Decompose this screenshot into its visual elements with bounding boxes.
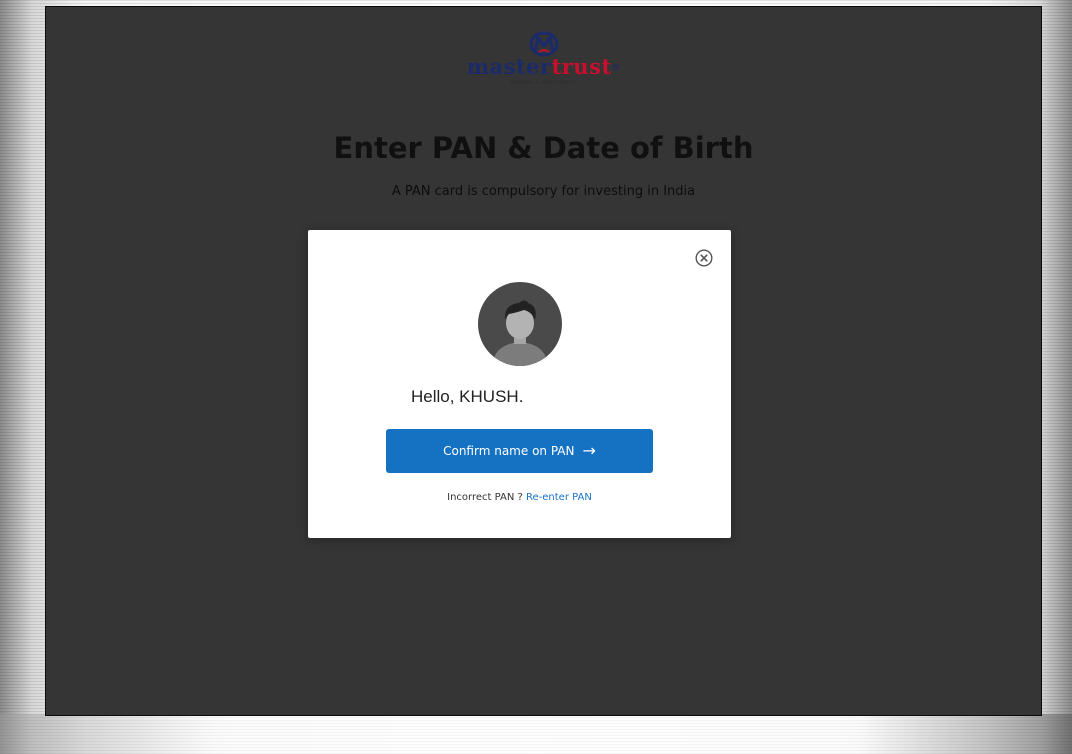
logo-word-trust: trust [551,54,612,79]
arrow-right-icon: → [582,441,596,460]
logo-registered-mark: ® [611,62,621,72]
logo-word-master: master [466,54,552,79]
pan-confirm-modal: Hello, KHUSH. Confirm name on PAN → Inco… [308,230,731,538]
incorrect-pan-text: Incorrect PAN ? [447,492,523,503]
close-button[interactable] [695,249,713,267]
logo-tagline: BROKING & INVESTMENTS [510,80,577,85]
reenter-pan-link[interactable]: Re-enter PAN [526,492,592,503]
greeting-text: Hello, KHUSH. [411,387,524,406]
confirm-button-label: Confirm name on PAN [443,444,575,458]
page-subtitle: A PAN card is compulsory for investing i… [391,184,696,199]
confirm-name-button[interactable]: Confirm name on PAN → [386,429,653,473]
incorrect-pan-line: Incorrect PAN ? Re-enter PAN [308,492,731,503]
logo-wordmark: mastertrust® [46,54,1041,79]
user-avatar-icon [478,282,562,366]
close-circle-icon [695,249,713,267]
brand-logo: mastertrust® BROKING & INVESTMENTS [46,31,1041,85]
background-shade [0,714,1072,754]
page-title: Enter PAN & Date of Birth [333,131,754,165]
